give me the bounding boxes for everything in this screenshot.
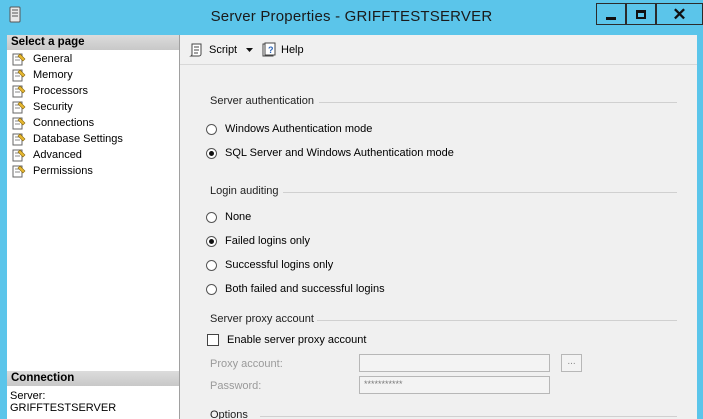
audit-both-radio[interactable]: Both failed and successful logins: [206, 281, 385, 297]
divider: [260, 416, 677, 417]
maximize-button[interactable]: [626, 3, 656, 25]
audit-successful-radio[interactable]: Successful logins only: [206, 257, 333, 273]
close-icon: ✕: [672, 4, 687, 24]
sql-windows-auth-radio[interactable]: SQL Server and Windows Authentication mo…: [206, 145, 454, 161]
page-icon: [12, 85, 26, 97]
server-proxy-heading: Server proxy account: [210, 313, 314, 325]
page-item-label: Permissions: [33, 165, 93, 177]
radio-button-selected[interactable]: [206, 235, 217, 247]
radio-button[interactable]: [206, 211, 217, 223]
page-list: General Memory Processors Security Conne…: [7, 51, 179, 179]
page-item-permissions[interactable]: Permissions: [7, 163, 179, 179]
radio-label: None: [225, 211, 252, 223]
page-item-label: Security: [33, 101, 73, 113]
script-label: Script: [209, 44, 238, 56]
login-auditing-heading: Login auditing: [210, 185, 279, 197]
toolbar: Script ? Help: [180, 35, 697, 65]
radio-button-selected[interactable]: [206, 147, 217, 159]
page-item-label: Connections: [33, 117, 95, 129]
enable-proxy-checkbox-row[interactable]: Enable server proxy account: [207, 332, 366, 348]
select-page-header: Select a page: [7, 35, 179, 50]
connection-header: Connection: [7, 371, 179, 386]
page-icon: [12, 101, 26, 113]
browse-button[interactable]: ...: [561, 354, 582, 372]
page-item-advanced[interactable]: Advanced: [7, 147, 179, 163]
script-dropdown-button[interactable]: [246, 41, 253, 59]
help-label: Help: [281, 44, 304, 56]
page-item-database-settings[interactable]: Database Settings: [7, 131, 179, 147]
divider: [319, 102, 677, 103]
chevron-down-icon: [246, 47, 253, 52]
divider: [317, 320, 677, 321]
radio-label: Both failed and successful logins: [225, 283, 385, 295]
checkbox-label: Enable server proxy account: [227, 334, 367, 346]
page-icon: [12, 149, 26, 161]
proxy-account-label: Proxy account:: [210, 358, 283, 370]
help-icon: ?: [262, 42, 276, 57]
radio-button[interactable]: [206, 283, 217, 295]
minimize-icon: [606, 16, 616, 20]
proxy-account-field[interactable]: [359, 354, 550, 372]
main-panel: Script ? Help Server authentication Wind…: [180, 35, 697, 419]
page-item-label: General: [33, 53, 73, 65]
left-panel: Select a page General Memory Processors …: [7, 35, 180, 419]
security-content: Server authentication Windows Authentica…: [180, 66, 697, 419]
options-heading: Options: [210, 409, 248, 419]
maximize-icon: [636, 9, 646, 19]
page-item-label: Database Settings: [33, 133, 123, 145]
server-authentication-heading: Server authentication: [210, 95, 314, 107]
script-button[interactable]: Script: [189, 41, 237, 59]
page-icon: [12, 133, 26, 145]
script-icon: [189, 43, 202, 57]
server-label: Server:: [10, 390, 46, 402]
page-icon: [12, 53, 26, 65]
connection-body: Server: GRIFFTESTSERVER: [7, 386, 179, 414]
radio-label: Failed logins only: [225, 235, 310, 247]
enable-proxy-checkbox[interactable]: [207, 334, 219, 346]
close-button[interactable]: ✕: [656, 3, 703, 25]
window-border-right: [697, 35, 703, 419]
connection-section: Connection Server: GRIFFTESTSERVER: [7, 371, 179, 414]
page-item-connections[interactable]: Connections: [7, 115, 179, 131]
audit-none-radio[interactable]: None: [206, 209, 251, 225]
page-item-processors[interactable]: Processors: [7, 83, 179, 99]
windows-auth-radio[interactable]: Windows Authentication mode: [206, 121, 372, 137]
page-icon: [12, 117, 26, 129]
password-field[interactable]: ***********: [359, 376, 550, 394]
divider: [283, 192, 677, 193]
page-item-memory[interactable]: Memory: [7, 67, 179, 83]
radio-button[interactable]: [206, 123, 217, 135]
page-item-label: Memory: [33, 69, 73, 81]
title-bar: Server Properties - GRIFFTESTSERVER ✕: [0, 0, 703, 35]
minimize-button[interactable]: [596, 3, 626, 25]
radio-label: Windows Authentication mode: [225, 123, 373, 135]
help-button[interactable]: ? Help: [261, 41, 304, 59]
page-item-general[interactable]: General: [7, 51, 179, 67]
password-label: Password:: [210, 380, 262, 392]
page-icon: [12, 165, 26, 177]
radio-button[interactable]: [206, 259, 217, 271]
page-item-label: Advanced: [33, 149, 82, 161]
server-value: GRIFFTESTSERVER: [10, 402, 117, 414]
audit-failed-radio[interactable]: Failed logins only: [206, 233, 310, 249]
svg-text:?: ?: [268, 45, 274, 55]
page-icon: [12, 69, 26, 81]
radio-label: SQL Server and Windows Authentication mo…: [225, 147, 454, 159]
page-item-label: Processors: [33, 85, 89, 97]
radio-label: Successful logins only: [225, 259, 334, 271]
page-item-security[interactable]: Security: [7, 99, 179, 115]
